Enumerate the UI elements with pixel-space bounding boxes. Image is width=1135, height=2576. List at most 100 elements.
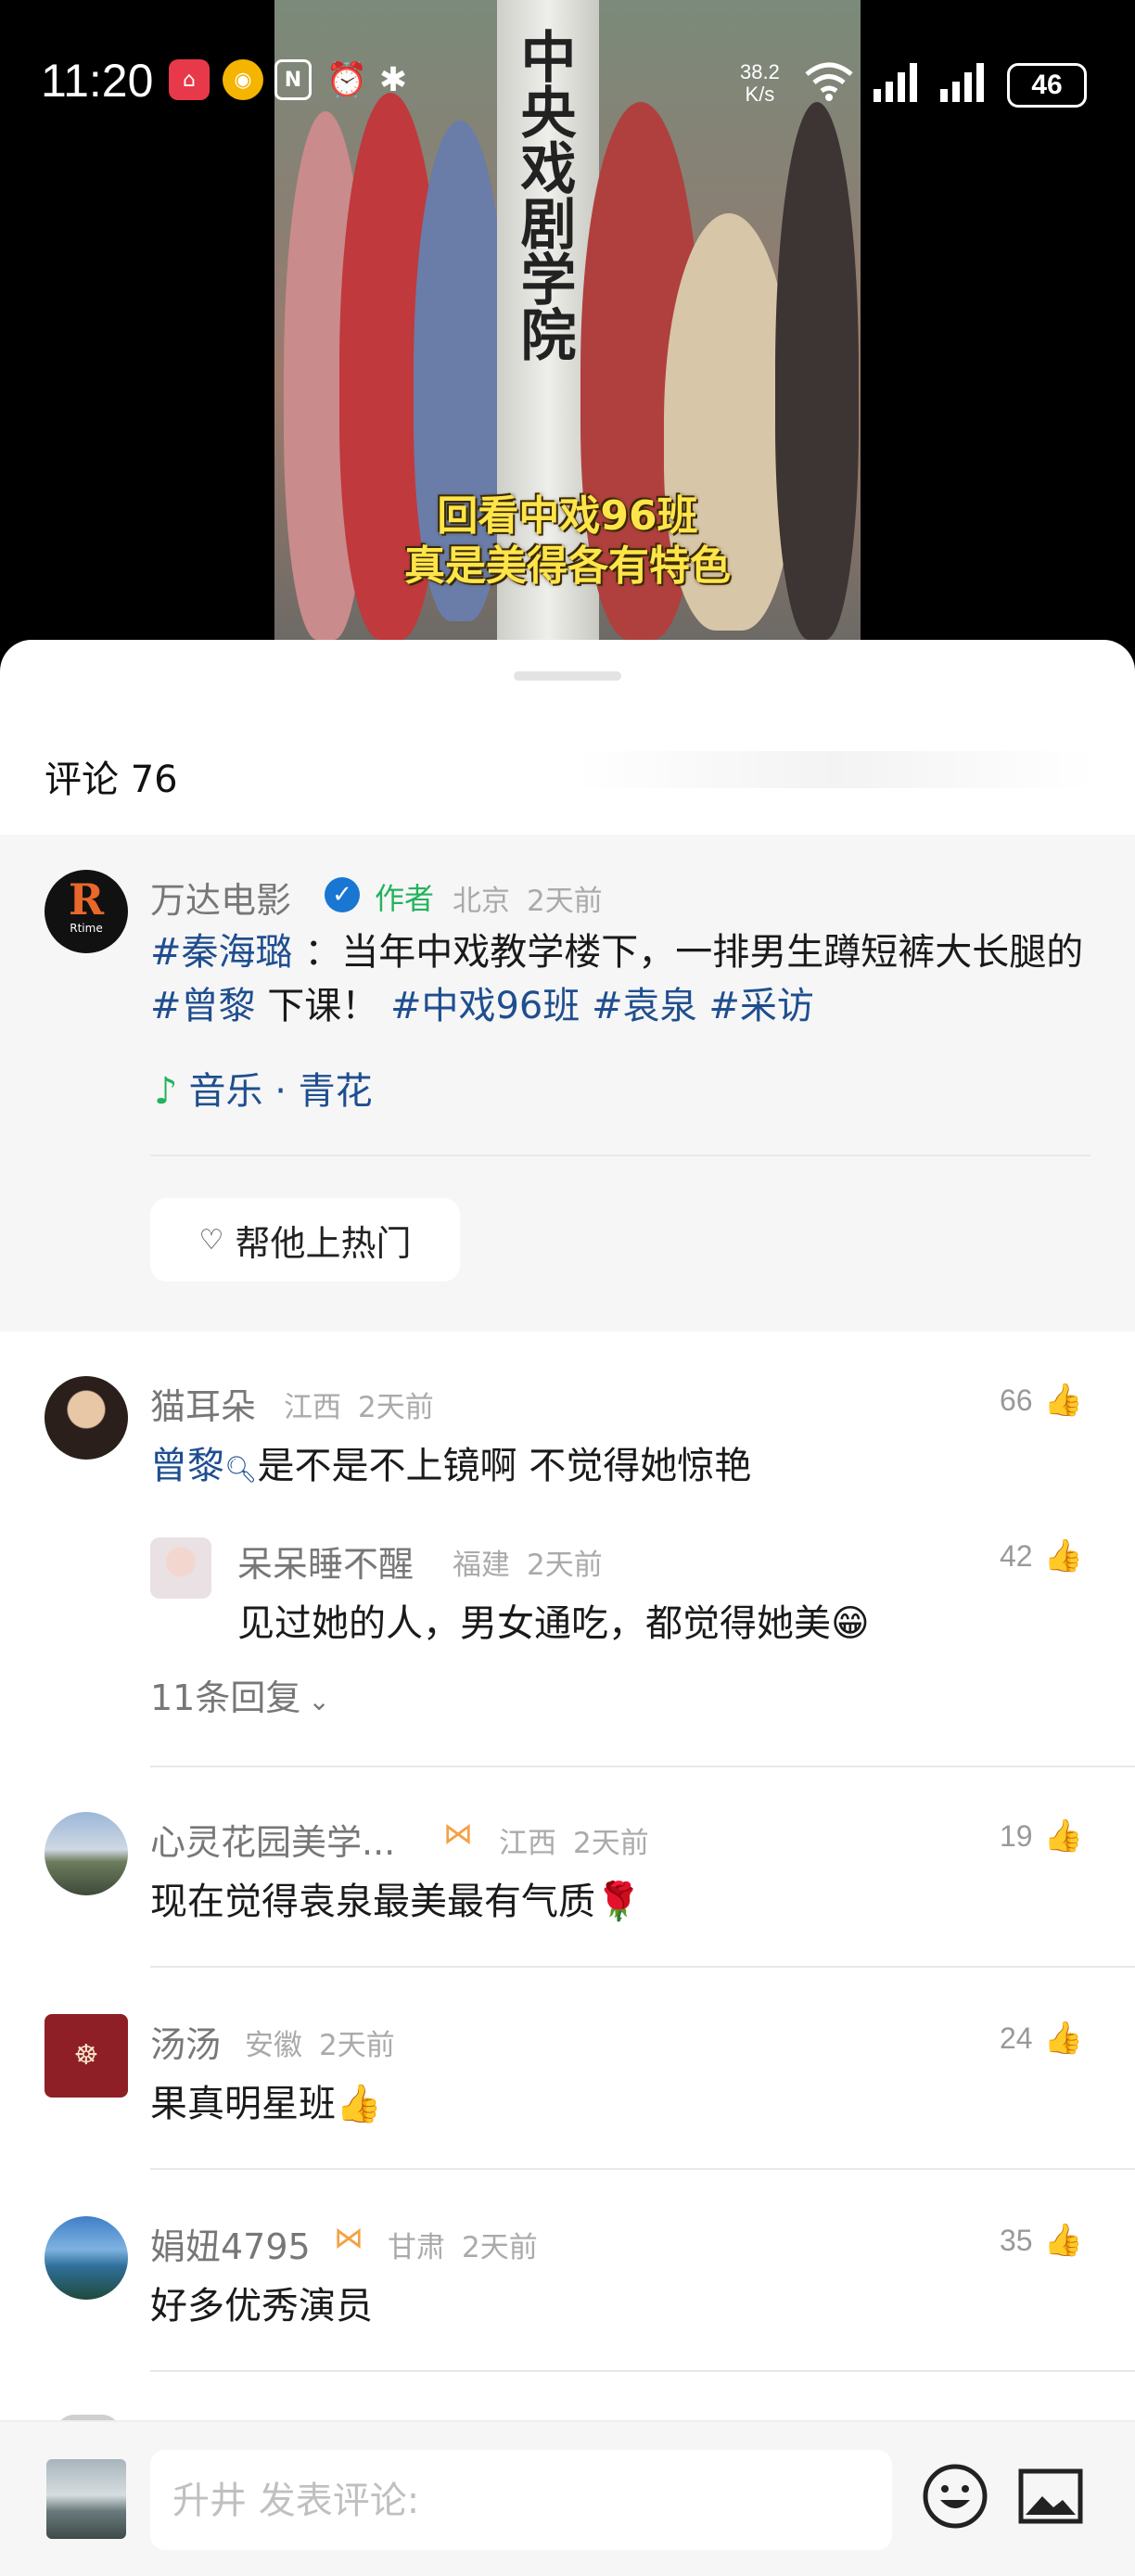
wifi-icon xyxy=(805,62,853,101)
commenter-avatar[interactable] xyxy=(45,2216,128,2300)
reply-name[interactable]: 呆呆睡不醒 xyxy=(237,1536,414,1587)
emoji-icon[interactable] xyxy=(922,2463,988,2530)
reply-like-button[interactable]: 42 👍 xyxy=(1000,1537,1083,1575)
author-avatar-brand: Rtime xyxy=(70,922,103,935)
comment-input-bar xyxy=(0,2420,1135,2576)
status-bar: 11:20 ⌂ ◉ N ⏰ ✱ 38.2 K/s 46 xyxy=(0,0,1135,167)
reply-avatar[interactable] xyxy=(150,1537,211,1599)
author-avatar-logo: R xyxy=(68,874,105,925)
post-text-segment xyxy=(580,985,592,1027)
hashtag-link[interactable]: #曾黎 xyxy=(150,985,256,1027)
my-avatar[interactable] xyxy=(46,2459,126,2539)
net-speed-value: 38.2 xyxy=(740,60,780,83)
comment-input[interactable] xyxy=(150,2450,879,2552)
huawei-app-icon: ⌂ xyxy=(169,59,210,100)
header-blur xyxy=(575,751,1094,788)
thumbs-up-icon: 👍 xyxy=(1043,1383,1083,1418)
music-link[interactable]: ♪ 音乐 · 青花 xyxy=(154,1061,373,1115)
like-button[interactable]: 24 👍 xyxy=(1000,2020,1083,2057)
divider xyxy=(150,1966,1135,1968)
music-note-icon: ♪ xyxy=(154,1070,178,1113)
divider xyxy=(150,1766,1135,1767)
commenter-avatar[interactable]: ☸ xyxy=(45,2014,128,2098)
status-time: 11:20 xyxy=(41,55,154,107)
thumbs-up-icon: 👍 xyxy=(1043,2223,1083,2258)
like-count: 35 xyxy=(1000,2223,1033,2257)
reply-time: 2天前 xyxy=(527,1549,603,1582)
author-tag: 作者 xyxy=(375,881,435,916)
verified-icon: ✓ xyxy=(325,877,360,912)
commenter-location: 甘肃 xyxy=(388,2231,445,2264)
author-post: R Rtime 万达电影 ✓ 作者 北京 2天前 #秦海璐 ：当年中戏教学楼下，… xyxy=(0,835,1135,1332)
commenter-name[interactable]: 心灵花园美学... xyxy=(150,1814,395,1865)
author-avatar[interactable]: R Rtime xyxy=(45,870,128,953)
author-location: 北京 xyxy=(453,885,510,918)
video-area[interactable]: 中央戏剧学院 回看中戏96班 真是美得各有特色 11:20 ⌂ ◉ N ⏰ ✱ … xyxy=(0,0,1135,640)
network-speed: 38.2 K/s xyxy=(740,61,780,106)
vip-badge-icon: ⋈ xyxy=(334,2220,363,2255)
comment-time: 2天前 xyxy=(319,2029,395,2062)
comment-time: 2天前 xyxy=(462,2231,538,2264)
commenter-name[interactable]: 汤汤 xyxy=(150,2016,221,2067)
post-text-segment xyxy=(697,985,709,1027)
comment-sheet: 评论 76 R Rtime 万达电影 ✓ 作者 北京 2天前 #秦海璐 ：当年中… xyxy=(0,640,1135,2574)
like-button[interactable]: 66 👍 xyxy=(1000,1382,1083,1419)
signal-icon-1 xyxy=(874,63,917,102)
commenter-name[interactable]: 猫耳朵 xyxy=(150,1378,256,1429)
hashtag-link[interactable]: #秦海璐 xyxy=(150,931,293,974)
search-link[interactable]: 曾黎 xyxy=(150,1445,224,1487)
divider xyxy=(150,2168,1135,2170)
commenter-avatar[interactable] xyxy=(45,1812,128,1895)
post-text-segment: 下课！ xyxy=(255,985,390,1027)
author-name[interactable]: 万达电影 xyxy=(150,872,291,923)
hashtag-link[interactable]: #中戏96班 xyxy=(390,985,580,1027)
heart-icon: ♡ xyxy=(198,1223,224,1256)
comment-time: 2天前 xyxy=(358,1391,434,1424)
vip-badge-icon: ⋈ xyxy=(443,1816,473,1851)
chevron-down-icon: ⌄ xyxy=(308,1686,330,1716)
signal-icon-2 xyxy=(940,63,984,102)
like-button[interactable]: 19 👍 xyxy=(1000,1817,1083,1855)
commenter-avatar[interactable] xyxy=(45,1376,128,1460)
thumbs-up-icon: 👍 xyxy=(1043,1538,1083,1574)
caption-line-2: 真是美得各有特色 xyxy=(404,542,731,590)
weibo-icon: ◉ xyxy=(223,59,263,100)
image-icon[interactable] xyxy=(1018,2468,1083,2524)
divider xyxy=(150,2370,1135,2372)
hashtag-link[interactable]: #袁泉 xyxy=(592,985,697,1027)
caption-line-1: 回看中戏96班 xyxy=(437,492,698,540)
commenter-name[interactable]: 娟妞4795 xyxy=(150,2218,311,2269)
post-text-segment: ：当年中戏教学楼下，一排男生蹲短裤大长腿的 xyxy=(292,931,1084,974)
bluetooth-icon: ✱ xyxy=(378,60,408,99)
comment-text: 曾黎🔍︎是不是不上镜啊 不觉得她惊艳 xyxy=(150,1435,751,1489)
reply-like-count: 42 xyxy=(1000,1538,1033,1573)
hashtag-link[interactable]: #采访 xyxy=(708,985,814,1027)
battery-indicator: 46 xyxy=(1007,63,1087,108)
comment-count-title: 评论 76 xyxy=(45,759,178,801)
search-icon: 🔍︎ xyxy=(224,1454,258,1485)
post-text: #秦海璐 ：当年中戏教学楼下，一排男生蹲短裤大长腿的 #曾黎 下课！ #中戏96班… xyxy=(150,925,1096,1033)
music-label: 音乐 · 青花 xyxy=(188,1070,373,1113)
commenter-location: 安徽 xyxy=(245,2029,302,2062)
like-button[interactable]: 35 👍 xyxy=(1000,2222,1083,2259)
video-caption: 回看中戏96班 真是美得各有特色 xyxy=(274,491,861,592)
comment-text: 果真明星班👍 xyxy=(150,2083,382,2125)
comment-body: 是不是不上镜啊 不觉得她惊艳 xyxy=(257,1445,752,1487)
thumbs-up-icon: 👍 xyxy=(1043,1818,1083,1854)
avatar-illustration: ☸ xyxy=(73,2039,99,2072)
net-speed-unit: K/s xyxy=(745,83,775,106)
like-count: 19 xyxy=(1000,1818,1033,1853)
drag-handle[interactable] xyxy=(514,671,621,681)
boost-button[interactable]: ♡ 帮他上热门 xyxy=(150,1198,460,1282)
more-replies-link[interactable]: 11条回复 ⌄ xyxy=(150,1669,330,1720)
comment-input-wrapper[interactable] xyxy=(150,2450,892,2552)
divider xyxy=(150,1154,1090,1156)
comment-text: 现在觉得袁泉最美最有气质🌹 xyxy=(150,1881,642,1923)
boost-button-label: 帮他上热门 xyxy=(235,1222,412,1264)
nfc-icon: N xyxy=(274,59,312,100)
more-replies-label: 11条回复 xyxy=(150,1677,301,1718)
comment-text: 好多优秀演员 xyxy=(150,2285,373,2327)
reply-text: 见过她的人，男女通吃，都觉得她美😁 xyxy=(237,1602,870,1645)
reply-location: 福建 xyxy=(453,1549,510,1582)
alarm-icon: ⏰ xyxy=(325,61,368,99)
